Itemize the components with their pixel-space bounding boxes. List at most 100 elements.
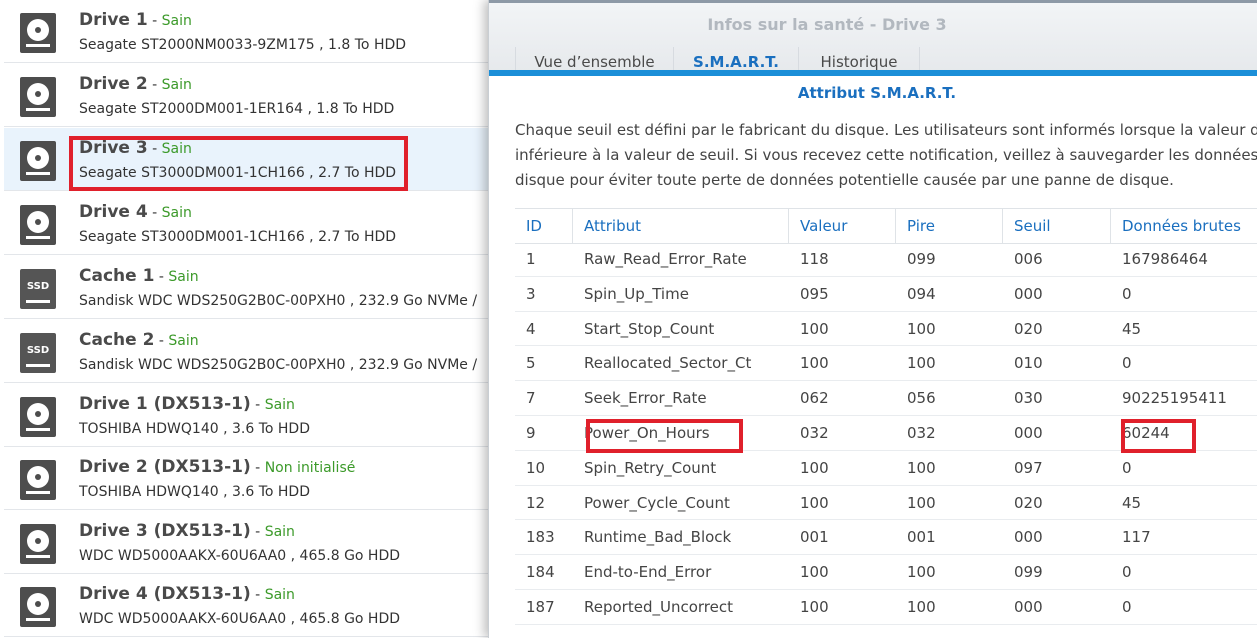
cell-threshold: 097 [1014,458,1043,477]
panel-header: Infos sur la santé - Drive 3 Vue d’ensem… [489,0,1257,75]
drive-name: Drive 3 (DX513-1) [79,521,251,541]
drive-title: Drive 3 - Sain [79,138,192,158]
cell-worst: 094 [907,284,936,303]
drive-list: Drive 1 - Sain Seagate ST2000NM0033-9ZM17… [0,0,500,638]
cell-threshold: 000 [1014,424,1043,442]
column-header-attribute[interactable]: Attribut [573,209,789,243]
drive-item[interactable]: Drive 3 (DX513-1) - Sain WDC WD5000AAKX-6… [4,511,500,574]
hdd-icon [20,460,56,500]
drive-title: Drive 1 (DX513-1) - Sain [79,394,295,414]
drive-description: TOSHIBA HDWQ140 , 3.6 To HDD [79,421,310,437]
drive-status: Sain [264,587,295,603]
column-header-id[interactable]: ID [515,209,573,243]
cell-attribute: Reallocated_Sector_Ct [584,354,752,373]
cell-worst: 056 [907,389,936,408]
table-row[interactable]: 7 Seek_Error_Rate 062 056 030 90225195411 [515,381,1257,416]
drive-name: Drive 3 [79,138,148,158]
table-row[interactable]: 10 Spin_Retry_Count 100 100 097 0 [515,451,1257,486]
cell-value: 118 [800,250,829,268]
drive-description: TOSHIBA HDWQ140 , 3.6 To HDD [79,484,310,500]
drive-description: Seagate ST2000DM001-1ER164 , 1.8 To HDD [79,101,395,117]
cell-worst: 100 [907,319,936,338]
table-header: ID Attribut Valeur Pire Seuil Données brutes [515,208,1257,244]
drive-separator: - [147,141,162,157]
table-row[interactable]: 4 Start_Stop_Count 100 100 020 45 [515,312,1257,347]
cell-raw-data: 0 [1122,598,1132,616]
drive-status: Sain [264,397,295,413]
cell-attribute: Spin_Up_Time [584,284,689,303]
section-title: Attribut S.M.A.R.T. [797,84,957,102]
drive-item[interactable]: Drive 1 - Sain Seagate ST2000NM0033-9ZM17… [4,0,500,63]
cell-attribute: End-to-End_Error [584,563,712,582]
column-header-worst[interactable]: Pire [896,209,1003,243]
cell-worst: 099 [907,250,936,268]
cell-raw-data: 45 [1122,493,1142,512]
health-info-panel: Infos sur la santé - Drive 3 Vue d’ensem… [488,0,1257,638]
panel-accent-bar [489,70,1257,76]
table-row[interactable]: 184 End-to-End_Error 100 100 099 0 [515,555,1257,590]
cell-worst: 100 [907,458,936,477]
smart-description: Chaque seuil est défini par le fabricant… [515,118,1257,193]
panel-title: Infos sur la santé - Drive 3 [707,15,947,34]
table-row[interactable]: 183 Runtime_Bad_Block 001 001 000 117 [515,520,1257,556]
cell-attribute: Seek_Error_Rate [584,389,707,408]
cell-threshold: 006 [1014,250,1043,268]
cell-attribute: Spin_Retry_Count [584,458,717,477]
drive-status: Sain [161,205,192,221]
cell-id: 183 [526,528,555,547]
hdd-icon [20,587,56,627]
drive-separator: - [250,460,265,476]
cell-threshold: 000 [1014,598,1043,616]
cell-value: 095 [800,284,829,303]
cell-value: 100 [800,354,829,373]
cell-threshold: 000 [1014,284,1043,303]
drive-status: Sain [161,141,192,157]
drive-title: Drive 4 (DX513-1) - Sain [79,584,295,604]
cell-id: 5 [526,354,536,373]
cell-threshold: 099 [1014,563,1043,582]
drive-status: Sain [168,269,199,285]
drive-item[interactable]: Drive 4 (DX513-1) - Sain WDC WD5000AAKX-6… [4,574,500,637]
table-row[interactable]: 12 Power_Cycle_Count 100 100 020 45 [515,486,1257,521]
drive-item[interactable]: Drive 4 - Sain Seagate ST3000DM001-1CH166… [4,192,500,255]
drive-item[interactable]: SSD Cache 2 - Sain Sandisk WDC WDS250G2B0C… [4,320,500,383]
table-row[interactable]: 187 Reported_Uncorrect 100 100 000 0 [515,590,1257,625]
drive-description: Sandisk WDC WDS250G2B0C-00PXH0 , 232.9 G… [79,357,478,373]
drive-title: Drive 2 (DX513-1) - Non initialisé [79,457,355,477]
drive-title: Drive 2 - Sain [79,74,192,94]
drive-description: Sandisk WDC WDS250G2B0C-00PXH0 , 232.9 G… [79,293,478,309]
cell-attribute: Raw_Read_Error_Rate [584,250,747,268]
drive-item[interactable]: Drive 2 (DX513-1) - Non initialisé TOSHIB… [4,447,500,510]
table-row[interactable]: 3 Spin_Up_Time 095 094 000 0 [515,277,1257,312]
description-line: disque pour éviter toute perte de donnée… [515,171,1174,189]
cell-value: 032 [800,424,829,442]
description-line: Chaque seuil est défini par le fabricant… [515,121,1257,139]
cell-worst: 100 [907,493,936,512]
cell-raw-data: 117 [1122,528,1151,547]
table-row[interactable]: 1 Raw_Read_Error_Rate 118 099 006 167986464 [515,242,1257,277]
cell-id: 1 [526,250,536,268]
cell-id: 12 [526,493,546,512]
hdd-icon [20,13,56,53]
column-header-raw-data[interactable]: Données brutes [1111,209,1257,243]
drive-description: WDC WD5000AAKX-60U6AA0 , 465.8 Go HDD [79,548,401,564]
table-row[interactable]: 9 Power_On_Hours 032 032 000 60244 [515,416,1257,451]
drive-item[interactable]: Drive 1 (DX513-1) - Sain TOSHIBA HDWQ140 … [4,384,500,447]
cell-id: 9 [526,424,536,442]
table-row[interactable]: 5 Reallocated_Sector_Ct 100 100 010 0 [515,346,1257,382]
cell-raw-data: 90225195411 [1122,389,1227,408]
drive-separator: - [147,205,162,221]
cell-attribute: Reported_Uncorrect [584,598,733,616]
drive-status: Sain [264,524,295,540]
drive-item[interactable]: Drive 2 - Sain Seagate ST2000DM001-1ER164… [4,64,500,127]
drive-item[interactable]: SSD Cache 1 - Sain Sandisk WDC WDS250G2B0C… [4,256,500,319]
cell-raw-data: 0 [1122,284,1132,303]
drive-item[interactable]: Drive 3 - Sain Seagate ST3000DM001-1CH166… [4,128,500,191]
column-header-threshold[interactable]: Seuil [1003,209,1111,243]
column-header-value[interactable]: Valeur [789,209,896,243]
cell-threshold: 020 [1014,319,1043,338]
cell-id: 184 [526,563,555,582]
ssd-icon: SSD [20,269,56,309]
cell-value: 100 [800,493,829,512]
drive-status: Non initialisé [264,460,356,476]
